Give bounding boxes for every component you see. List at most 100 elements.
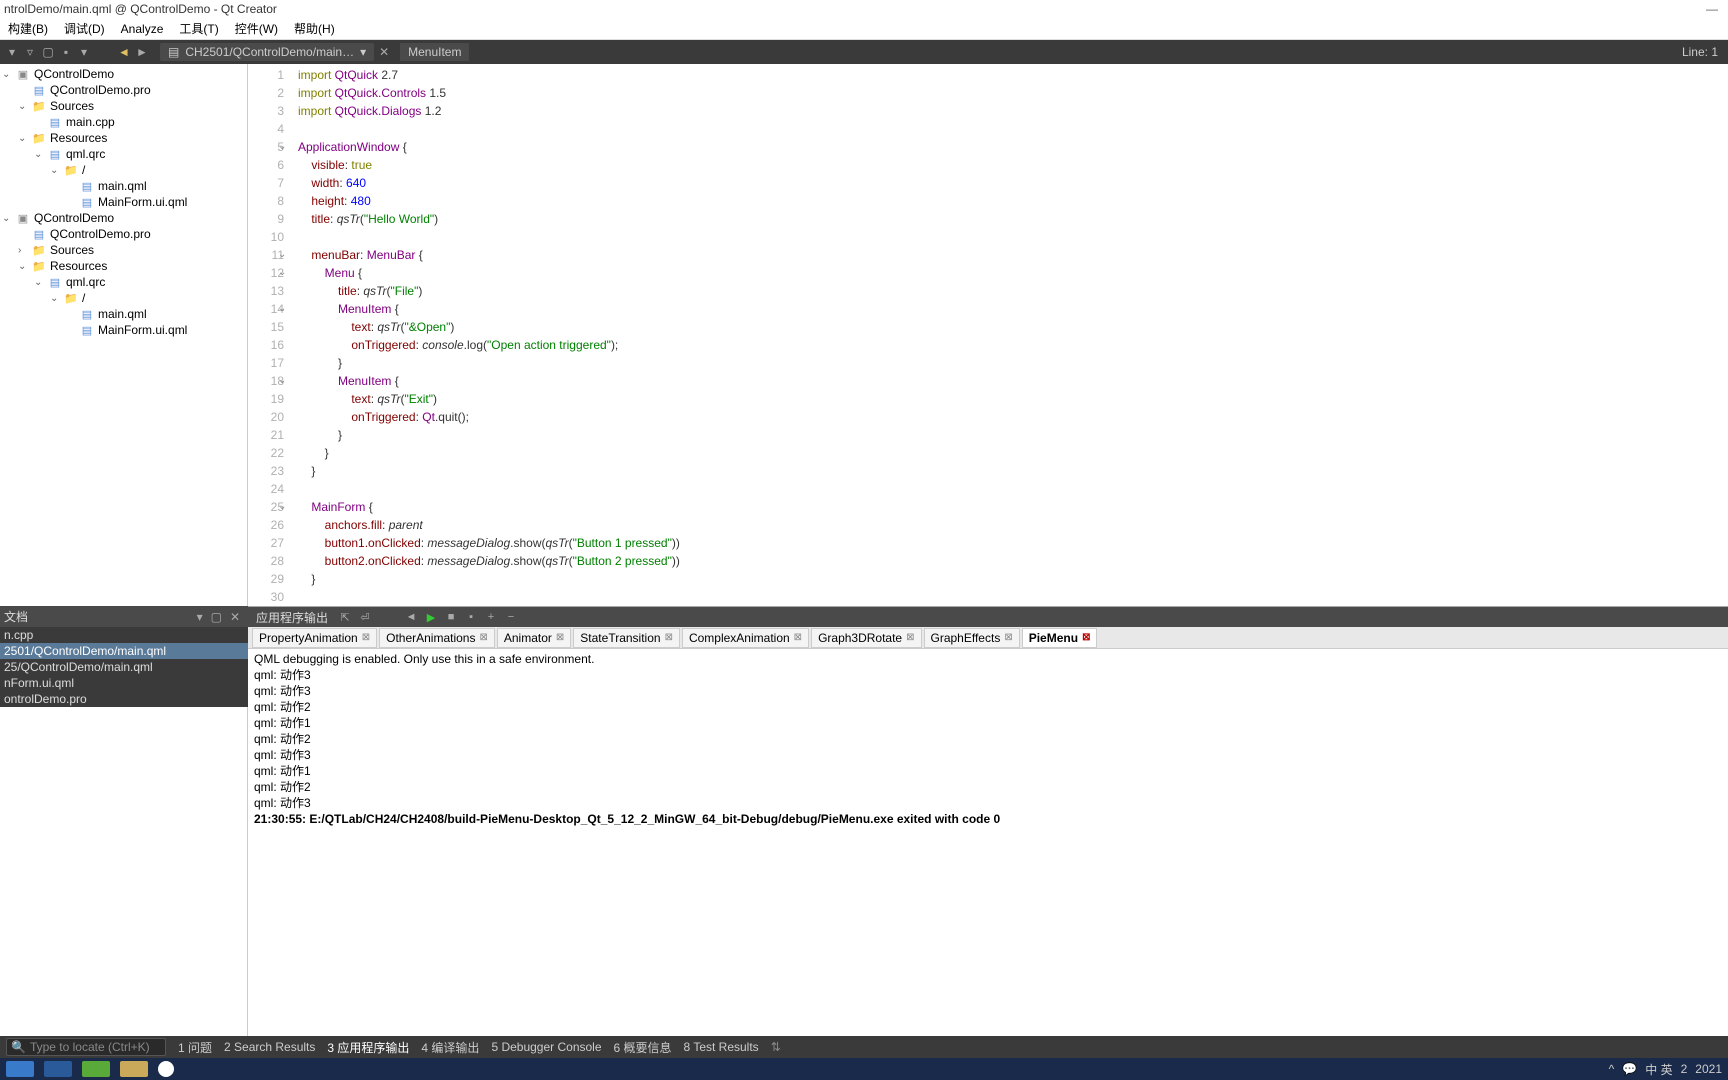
- code-line[interactable]: }: [298, 570, 1720, 588]
- line-number[interactable]: 24: [248, 480, 290, 498]
- code-line[interactable]: text: qsTr("&Open"): [298, 318, 1720, 336]
- line-number[interactable]: 10: [248, 228, 290, 246]
- menu-debug[interactable]: 调试(D): [56, 20, 113, 37]
- tree-item[interactable]: ⌄▣QControlDemo: [0, 66, 247, 82]
- tray-up-icon[interactable]: ^: [1609, 1062, 1615, 1076]
- tree-arrow-icon[interactable]: ⌄: [18, 261, 28, 272]
- bottom-tab-app-output[interactable]: 3 应用程序输出: [327, 1039, 409, 1056]
- taskbar-app-2[interactable]: [44, 1061, 72, 1077]
- bottom-tab-tests[interactable]: 8 Test Results: [684, 1040, 759, 1054]
- tree-item[interactable]: ⌄📁Resources: [0, 258, 247, 274]
- tree-item[interactable]: ▤MainForm.ui.qml: [0, 322, 247, 338]
- code-line[interactable]: button1.onClicked: messageDialog.show(qs…: [298, 534, 1720, 552]
- tree-item[interactable]: ⌄📁/: [0, 162, 247, 178]
- menu-tools[interactable]: 工具(T): [171, 20, 226, 37]
- output-tab[interactable]: Animator⊠: [497, 628, 571, 648]
- code-line[interactable]: width: 640: [298, 174, 1720, 192]
- line-number[interactable]: 25: [248, 498, 290, 516]
- chevron-down-icon[interactable]: ▾: [360, 45, 366, 59]
- close-icon[interactable]: ⊠: [479, 632, 487, 643]
- output-attach-icon[interactable]: ▪: [464, 610, 478, 624]
- layout-icon[interactable]: ▾: [76, 44, 92, 60]
- funnel-icon[interactable]: ▿: [22, 44, 38, 60]
- taskbar-app-chrome[interactable]: [158, 1061, 174, 1077]
- menu-analyze[interactable]: Analyze: [113, 22, 172, 36]
- bottom-tab-debugger[interactable]: 5 Debugger Console: [491, 1040, 601, 1054]
- open-document-item[interactable]: nForm.ui.qml: [0, 675, 248, 691]
- taskbar-app-3[interactable]: [82, 1061, 110, 1077]
- tree-item[interactable]: ⌄▣QControlDemo: [0, 210, 247, 226]
- taskbar-app-1[interactable]: [6, 1061, 34, 1077]
- line-number[interactable]: 19: [248, 390, 290, 408]
- code-line[interactable]: height: 480: [298, 192, 1720, 210]
- line-number[interactable]: 11: [248, 246, 290, 264]
- output-tab[interactable]: GraphEffects⊠: [924, 628, 1020, 648]
- line-number[interactable]: 14: [248, 300, 290, 318]
- line-number[interactable]: 2: [248, 84, 290, 102]
- code-line[interactable]: button2.onClicked: messageDialog.show(qs…: [298, 552, 1720, 570]
- line-number[interactable]: 9: [248, 210, 290, 228]
- line-number[interactable]: 28: [248, 552, 290, 570]
- line-number[interactable]: 18: [248, 372, 290, 390]
- breadcrumb[interactable]: ▤ CH2501/QControlDemo/main… ▾: [160, 43, 374, 61]
- line-number[interactable]: 26: [248, 516, 290, 534]
- tray-time[interactable]: 2: [1681, 1062, 1688, 1076]
- bottom-tab-issues[interactable]: 1 问题: [178, 1039, 212, 1056]
- output-tab[interactable]: Graph3DRotate⊠: [811, 628, 921, 648]
- filter-icon[interactable]: ▾: [4, 44, 20, 60]
- code-line[interactable]: title: qsTr("File"): [298, 282, 1720, 300]
- tree-item[interactable]: ⌄📁/: [0, 290, 247, 306]
- tree-item[interactable]: ▤main.cpp: [0, 114, 247, 130]
- code-line[interactable]: import QtQuick.Controls 1.5: [298, 84, 1720, 102]
- line-number[interactable]: 12: [248, 264, 290, 282]
- output-add-icon[interactable]: +: [484, 610, 498, 624]
- menu-controls[interactable]: 控件(W): [227, 20, 286, 37]
- minimize-button[interactable]: —: [1706, 2, 1718, 16]
- line-number[interactable]: 1: [248, 66, 290, 84]
- tree-item[interactable]: ▤main.qml: [0, 306, 247, 322]
- code-line[interactable]: Menu {: [298, 264, 1720, 282]
- code-line[interactable]: MenuItem {: [298, 372, 1720, 390]
- output-tab[interactable]: ComplexAnimation⊠: [682, 628, 809, 648]
- tree-arrow-icon[interactable]: ⌄: [2, 69, 12, 80]
- code-line[interactable]: title: qsTr("Hello World"): [298, 210, 1720, 228]
- code-line[interactable]: [298, 588, 1720, 606]
- code-line[interactable]: onTriggered: Qt.quit();: [298, 408, 1720, 426]
- line-number[interactable]: 13: [248, 282, 290, 300]
- tree-arrow-icon[interactable]: ⌄: [2, 213, 12, 224]
- menu-help[interactable]: 帮助(H): [286, 20, 343, 37]
- locator-input[interactable]: 🔍 Type to locate (Ctrl+K): [6, 1038, 166, 1056]
- output-run-icon[interactable]: ▶: [424, 610, 438, 624]
- open-document-item[interactable]: 25/QControlDemo/main.qml: [0, 659, 248, 675]
- tree-item[interactable]: ⌄📁Resources: [0, 130, 247, 146]
- tree-item[interactable]: ▤QControlDemo.pro: [0, 82, 247, 98]
- panel-icon[interactable]: ▢: [40, 44, 56, 60]
- forward-button[interactable]: ►: [134, 44, 150, 60]
- output-stop-icon[interactable]: ■: [444, 610, 458, 624]
- open-document-item[interactable]: n.cpp: [0, 627, 248, 643]
- close-icon[interactable]: ⊠: [362, 632, 370, 643]
- menu-build[interactable]: 构建(B): [0, 20, 56, 37]
- tree-arrow-icon[interactable]: ⌄: [34, 277, 44, 288]
- line-number[interactable]: 29: [248, 570, 290, 588]
- project-sidebar[interactable]: ⌄▣QControlDemo▤QControlDemo.pro⌄📁Sources…: [0, 64, 248, 1080]
- code-line[interactable]: menuBar: MenuBar {: [298, 246, 1720, 264]
- line-number[interactable]: 23: [248, 462, 290, 480]
- bottom-tab-compile[interactable]: 4 编译输出: [421, 1039, 479, 1056]
- line-number[interactable]: 7: [248, 174, 290, 192]
- close-file-button[interactable]: ✕: [376, 44, 392, 60]
- output-pin-icon[interactable]: ⇱: [338, 610, 352, 624]
- line-number[interactable]: 6: [248, 156, 290, 174]
- code-line[interactable]: [298, 228, 1720, 246]
- code-line[interactable]: import QtQuick.Dialogs 1.2: [298, 102, 1720, 120]
- output-prev-icon[interactable]: ◄: [404, 610, 418, 624]
- open-document-item[interactable]: ontrolDemo.pro: [0, 691, 248, 707]
- line-number[interactable]: 15: [248, 318, 290, 336]
- output-wrap-icon[interactable]: ⏎: [358, 610, 372, 624]
- close-icon[interactable]: ⊠: [556, 632, 564, 643]
- code-line[interactable]: [298, 120, 1720, 138]
- line-number[interactable]: 22: [248, 444, 290, 462]
- code-line[interactable]: }: [298, 426, 1720, 444]
- tray-wechat-icon[interactable]: 💬: [1622, 1062, 1637, 1076]
- code-line[interactable]: anchors.fill: parent: [298, 516, 1720, 534]
